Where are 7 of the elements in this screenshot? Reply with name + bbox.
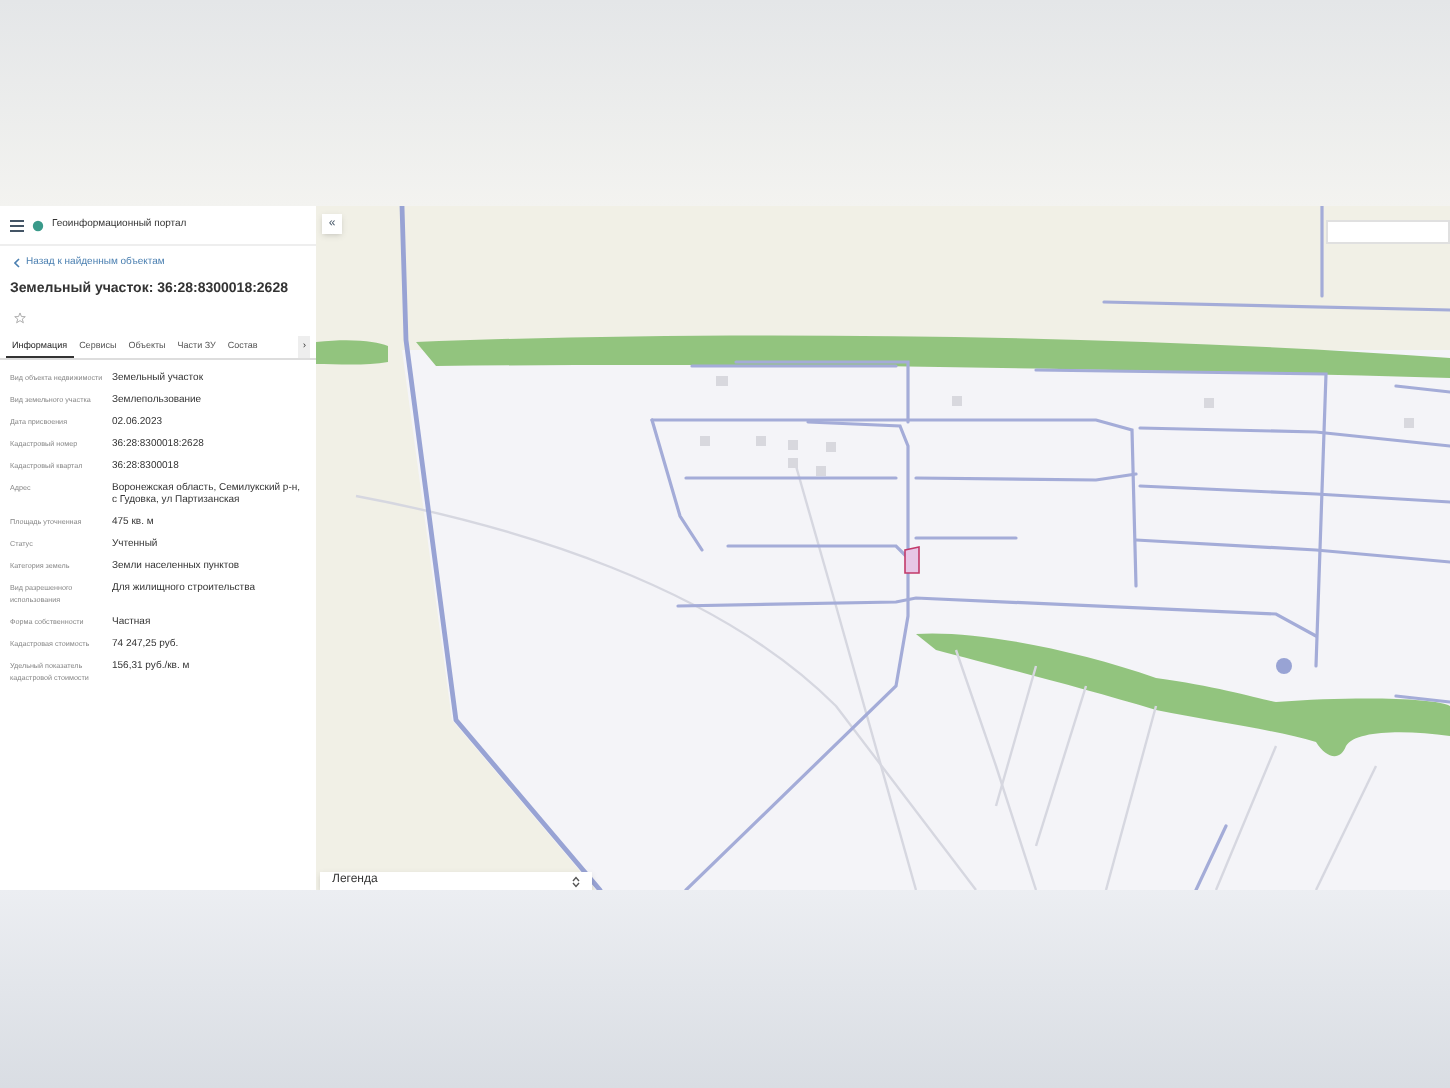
search-field[interactable]: [1326, 220, 1450, 244]
sort-arrows-icon: [572, 875, 580, 887]
chevron-left-icon: [14, 258, 20, 269]
land-parcel[interactable]: [904, 546, 920, 574]
menu-icon[interactable]: [10, 219, 24, 231]
star-icon[interactable]: [14, 312, 26, 324]
map-drawing[interactable]: [316, 206, 1450, 890]
